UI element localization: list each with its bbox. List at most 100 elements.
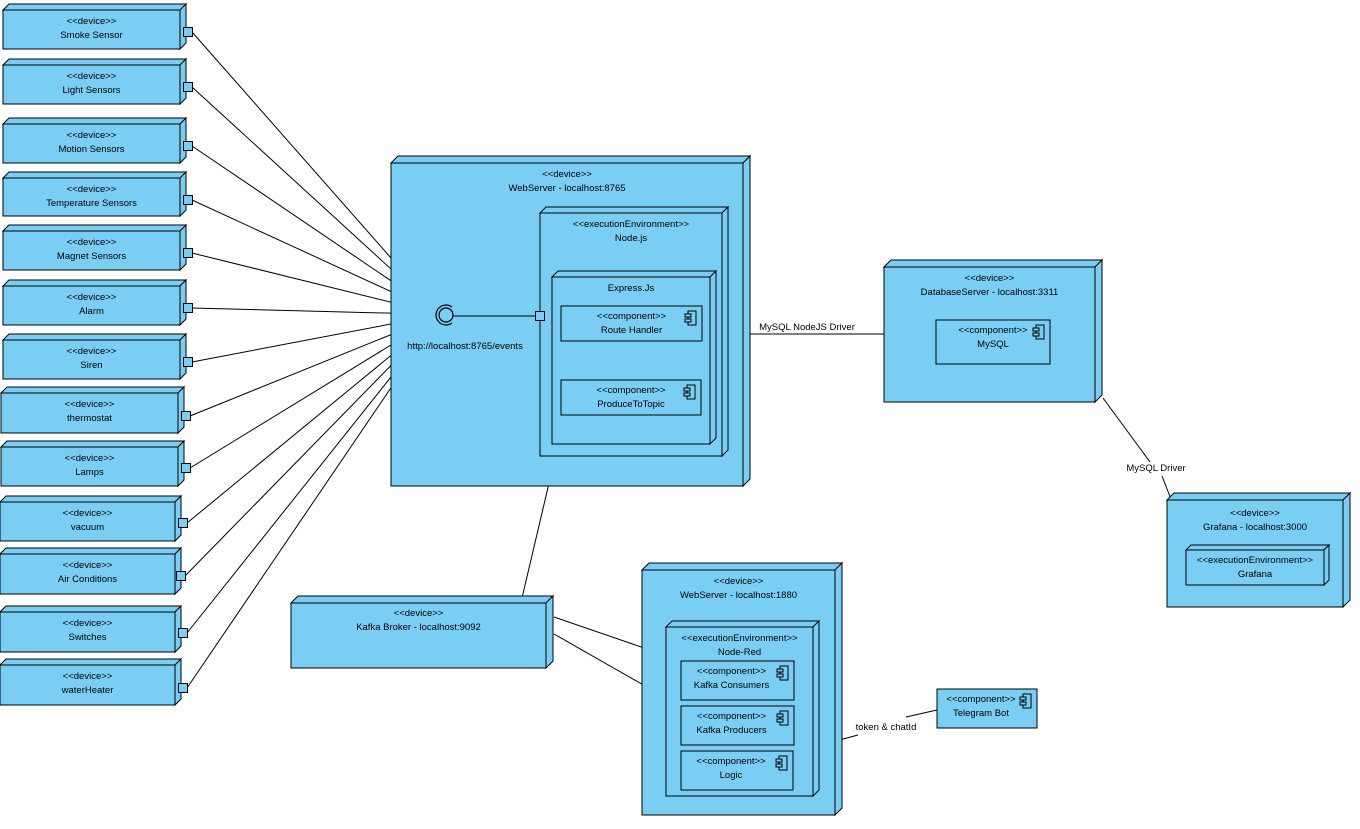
sensor-device-thermostat[interactable]: <<device>> thermostat [0, 385, 186, 435]
sensor-port[interactable] [183, 27, 193, 37]
sensor-port[interactable] [183, 357, 193, 367]
sensor-device-temperature-sensors[interactable]: <<device>> Temperature Sensors [1, 170, 188, 218]
sensor-device-siren[interactable]: <<device>> Siren [1, 332, 188, 381]
sensor-device-vacuum[interactable]: <<device>> vacuum [0, 494, 183, 543]
node-stereotype: <<device>> [67, 130, 117, 141]
kafka-producers-component[interactable]: <<component>> Kafka Producers [680, 705, 795, 746]
node-side-face [174, 657, 182, 707]
node-top-face [1184, 544, 1331, 551]
node-top-face [1, 224, 188, 232]
route-handler-component[interactable]: <<component>> Route Handler [560, 305, 703, 342]
node-top-face [0, 547, 183, 555]
sensor-device-light-sensors[interactable]: <<device>> Light Sensors [1, 57, 188, 106]
component-stereotype: <<component>> [946, 694, 1016, 705]
sensor-device-lamps[interactable]: <<device>> Lamps [0, 439, 186, 488]
sensor-port[interactable] [181, 463, 191, 473]
mysql-component[interactable]: <<component>> MySQL [935, 319, 1051, 365]
node-side-face [742, 154, 751, 488]
sensor-port[interactable] [183, 195, 193, 205]
component-name: Telegram Bot [953, 708, 1009, 719]
component-name: Route Handler [601, 325, 662, 336]
node-side-face [812, 619, 820, 798]
express-js[interactable]: Express.Js [550, 269, 718, 446]
node-name: Alarm [79, 306, 104, 317]
node-side-face [179, 2, 187, 51]
node-top-face [389, 155, 752, 164]
node-top-face [0, 658, 183, 666]
nodes-layer: <<device>> Smoke Sensor <<device>> Light Se… [0, 2, 1352, 817]
logic-telegram-connector-label: token & chatId [856, 722, 917, 733]
node-name: Magnet Sensors [57, 251, 126, 262]
node-name: Siren [80, 360, 102, 371]
node-stereotype: <<device>> [65, 399, 115, 410]
sensor-device-air-conditions[interactable]: <<device>> Air Conditions [0, 546, 183, 596]
kafka-consumers-component[interactable]: <<component>> Kafka Consumers [680, 660, 795, 701]
node-side-face [179, 223, 187, 272]
sensor-port[interactable] [181, 411, 191, 421]
node-side-face [179, 332, 187, 381]
produce-to-topic-component[interactable]: <<component>> ProduceToTopic [560, 379, 702, 416]
node-stereotype: <<device>> [965, 273, 1015, 284]
sensor-device-alarm[interactable]: <<device>> Alarm [1, 278, 188, 327]
grafana-environment[interactable]: <<executionEnvironment>> Grafana [1184, 543, 1331, 587]
sensor-port[interactable] [183, 82, 193, 92]
node-name: Temperature Sensors [46, 198, 137, 209]
sensor-port[interactable] [178, 628, 188, 638]
component-stereotype: <<component>> [697, 711, 767, 722]
db-grafana-connector-label: MySQL Driver [1126, 463, 1185, 474]
node-side-face [177, 385, 185, 435]
node-name: Motion Sensors [58, 144, 124, 155]
node-side-face [834, 561, 843, 817]
node-top-face [1, 333, 188, 341]
node-stereotype: <<device>> [67, 16, 117, 27]
db-grafana-connector [1102, 397, 1151, 463]
node-name: Express.Js [608, 283, 655, 294]
node-stereotype: <<device>> [63, 671, 113, 682]
sensor-device-magnet-sensors[interactable]: <<device>> Magnet Sensors [1, 223, 188, 272]
component-stereotype: <<component>> [597, 311, 667, 322]
sensor-device-motion-sensors[interactable]: <<device>> Motion Sensors [1, 116, 188, 165]
node-name: vacuum [71, 522, 104, 533]
sensor-port[interactable] [176, 571, 186, 581]
node-name: thermostat [67, 413, 112, 424]
sensor-device-switches[interactable]: <<device>> Switches [0, 604, 183, 654]
sensor-device-smoke-sensor[interactable]: <<device>> Smoke Sensor [1, 2, 188, 51]
node-top-face [1, 279, 188, 287]
node-side-face [179, 57, 187, 106]
node-side-face [721, 205, 729, 458]
node-name: waterHeater [61, 685, 114, 696]
node-top-face [1, 171, 188, 179]
nodejs-db-connector-label: MySQL NodeJS Driver [759, 322, 855, 333]
node-stereotype: <<device>> [67, 184, 117, 195]
node-stereotype: <<device>> [542, 169, 592, 180]
sensor-port[interactable] [183, 141, 193, 151]
express-port[interactable] [535, 311, 545, 321]
sensor-port[interactable] [178, 683, 188, 693]
node-top-face [550, 270, 718, 278]
node-top-face [0, 440, 186, 448]
logic-component[interactable]: <<component>> Logic [680, 750, 794, 791]
interface-label: http://localhost:8765/events [407, 341, 523, 352]
node-side-face [545, 594, 554, 670]
sensor-port[interactable] [178, 518, 188, 528]
sensor-port[interactable] [183, 248, 193, 258]
kafka-broker[interactable]: <<device>> Kafka Broker - localhost:9092 [289, 594, 555, 670]
node-top-face [1165, 492, 1352, 501]
node-name: WebServer - localhost:8765 [508, 183, 625, 194]
component-name: Kafka Producers [696, 725, 766, 736]
sensor-port[interactable] [183, 303, 193, 313]
node-stereotype: <<device>> [394, 608, 444, 619]
node-side-face [1323, 543, 1330, 587]
node-name: WebServer - localhost:1880 [680, 590, 797, 601]
telegram-bot-component[interactable]: <<component>> Telegram Bot [936, 688, 1038, 729]
node-name: Grafana - localhost:3000 [1203, 522, 1307, 533]
node-stereotype: <<executionEnvironment>> [681, 633, 798, 644]
component-stereotype: <<component>> [696, 756, 766, 767]
node-side-face [179, 278, 187, 327]
node-name: Kafka Broker - localhost:9092 [356, 622, 481, 633]
component-name: Kafka Consumers [694, 680, 770, 691]
sensor-device-waterheater[interactable]: <<device>> waterHeater [0, 657, 183, 707]
node-name: Node.js [615, 233, 647, 244]
node-top-face [640, 562, 844, 571]
node-name: Smoke Sensor [60, 30, 122, 41]
